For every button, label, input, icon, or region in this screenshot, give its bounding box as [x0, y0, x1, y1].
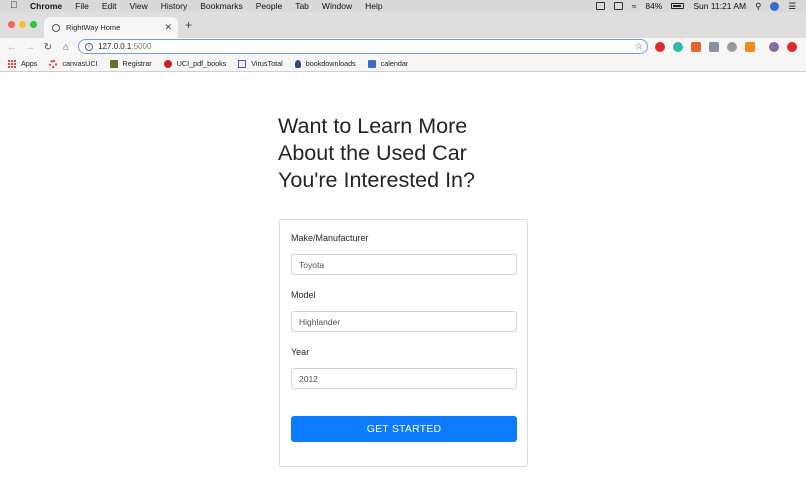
new-tab-button[interactable]: + — [185, 18, 192, 32]
teal-extension-icon[interactable] — [673, 41, 683, 52]
extensions-row: ⋮ — [655, 41, 806, 52]
page-title-line-1: Want to Learn More — [278, 114, 468, 138]
car-lookup-form: Make/Manufacturer Model Year GET STARTED — [279, 219, 528, 467]
apple-menu-icon[interactable]:  — [10, 0, 22, 12]
wifi-icon[interactable]: ≈ — [632, 1, 637, 11]
url-port: :5000 — [131, 42, 152, 51]
home-icon[interactable]: ⌂ — [58, 42, 74, 53]
bookmarks-bar: Apps canvasUCI Registrar UCI_pdf_books V… — [0, 56, 806, 72]
tab-strip: RightWay Home ✕ + — [0, 12, 806, 38]
orange-extension-icon[interactable] — [691, 41, 701, 52]
bookmark-label: Apps — [21, 59, 38, 68]
bookmark-star-icon[interactable]: ☆ — [635, 41, 643, 52]
menu-tab[interactable]: Tab — [295, 0, 309, 12]
notification-center-icon[interactable]: ☰ — [788, 1, 796, 12]
battery-icon[interactable] — [671, 3, 685, 9]
bookmark-uci-pdf-books[interactable]: UCI_pdf_books — [163, 59, 227, 68]
url-host: 127.0.0.1 — [98, 42, 132, 51]
browser-toolbar: ← → ↻ ⌂ i 127.0.0.1 :5000 ☆ ⋮ — [0, 38, 806, 56]
bookmark-registrar[interactable]: Registrar — [109, 59, 152, 68]
tab-close-icon[interactable]: ✕ — [164, 22, 172, 33]
menu-help[interactable]: Help — [365, 0, 382, 12]
bookmark-calendar[interactable]: calendar — [367, 59, 409, 68]
menu-edit[interactable]: Edit — [102, 0, 117, 12]
model-input[interactable] — [291, 311, 517, 332]
registrar-icon — [109, 59, 118, 68]
bookdownloads-icon — [294, 59, 301, 68]
bookmark-virustotal[interactable]: VirusTotal — [238, 59, 283, 68]
bookmark-label: calendar — [380, 59, 409, 68]
page-title-line-2: About the Used Car — [278, 141, 467, 165]
window-close-button[interactable] — [8, 21, 15, 28]
gray-extension-icon[interactable] — [709, 41, 719, 52]
airplay-icon[interactable] — [613, 2, 623, 10]
battery-percent: 84% — [645, 1, 663, 11]
menu-extras: ≈ 84% Sun 11:21 AM ⚲ ☰ — [595, 1, 796, 12]
calendar-icon — [367, 59, 376, 68]
get-started-button[interactable]: GET STARTED — [291, 416, 517, 442]
adblock-extension-icon[interactable] — [787, 41, 797, 52]
page-title-line-3: You're Interested In? — [278, 168, 475, 192]
bookmark-canvasuci[interactable]: canvasUCI — [49, 59, 98, 68]
menu-history[interactable]: History — [161, 0, 187, 12]
tab-title: RightWay Home — [66, 23, 121, 32]
canvas-icon — [49, 59, 58, 68]
forward-arrow-icon[interactable]: → — [22, 42, 38, 53]
bookmark-label: VirusTotal — [251, 59, 283, 68]
window-zoom-button[interactable] — [30, 21, 37, 28]
profile-avatar[interactable] — [769, 41, 779, 52]
year-label: Year — [291, 347, 310, 357]
bookmark-label: canvasUCI — [62, 59, 98, 68]
bookmark-apps[interactable]: Apps — [8, 59, 37, 68]
menu-people[interactable]: People — [256, 0, 282, 12]
opera-extension-icon[interactable] — [655, 41, 665, 52]
site-info-icon[interactable]: i — [85, 42, 93, 51]
menu-bookmarks[interactable]: Bookmarks — [200, 0, 243, 12]
yellow-extension-icon[interactable] — [745, 41, 755, 52]
clock[interactable]: Sun 11:21 AM — [693, 1, 746, 11]
circle-extension-icon[interactable] — [727, 41, 737, 52]
page-content: Want to Learn More About the Used Car Yo… — [0, 73, 806, 504]
address-bar[interactable]: i 127.0.0.1 :5000 ☆ — [78, 39, 648, 54]
bookmark-bookdownloads[interactable]: bookdownloads — [294, 59, 356, 68]
model-label: Model — [291, 290, 316, 300]
screen-mirroring-icon[interactable] — [595, 2, 605, 10]
make-label: Make/Manufacturer — [291, 233, 369, 243]
page-title: Want to Learn More About the Used Car Yo… — [278, 113, 538, 194]
apps-grid-icon — [8, 59, 16, 68]
window-minimize-button[interactable] — [19, 21, 26, 28]
globe-icon — [52, 23, 60, 32]
menu-file[interactable]: File — [75, 0, 89, 12]
macos-menu-bar:  Chrome File Edit View History Bookmark… — [0, 0, 806, 12]
make-input[interactable] — [291, 254, 517, 275]
virustotal-icon — [238, 59, 247, 68]
reload-icon[interactable]: ↻ — [40, 42, 56, 53]
pdf-books-icon — [163, 59, 172, 68]
menu-window[interactable]: Window — [322, 0, 352, 12]
bookmark-label: UCI_pdf_books — [176, 59, 227, 68]
user-account-icon[interactable] — [770, 1, 780, 11]
back-arrow-icon[interactable]: ← — [4, 42, 20, 53]
year-input[interactable] — [291, 368, 517, 389]
browser-tab-active[interactable]: RightWay Home ✕ — [44, 17, 178, 38]
bookmark-label: Registrar — [122, 59, 152, 68]
spotlight-search-icon[interactable]: ⚲ — [755, 1, 761, 12]
menu-view[interactable]: View — [129, 0, 147, 12]
bookmark-label: bookdownloads — [305, 59, 356, 68]
menu-app-name[interactable]: Chrome — [30, 0, 62, 12]
